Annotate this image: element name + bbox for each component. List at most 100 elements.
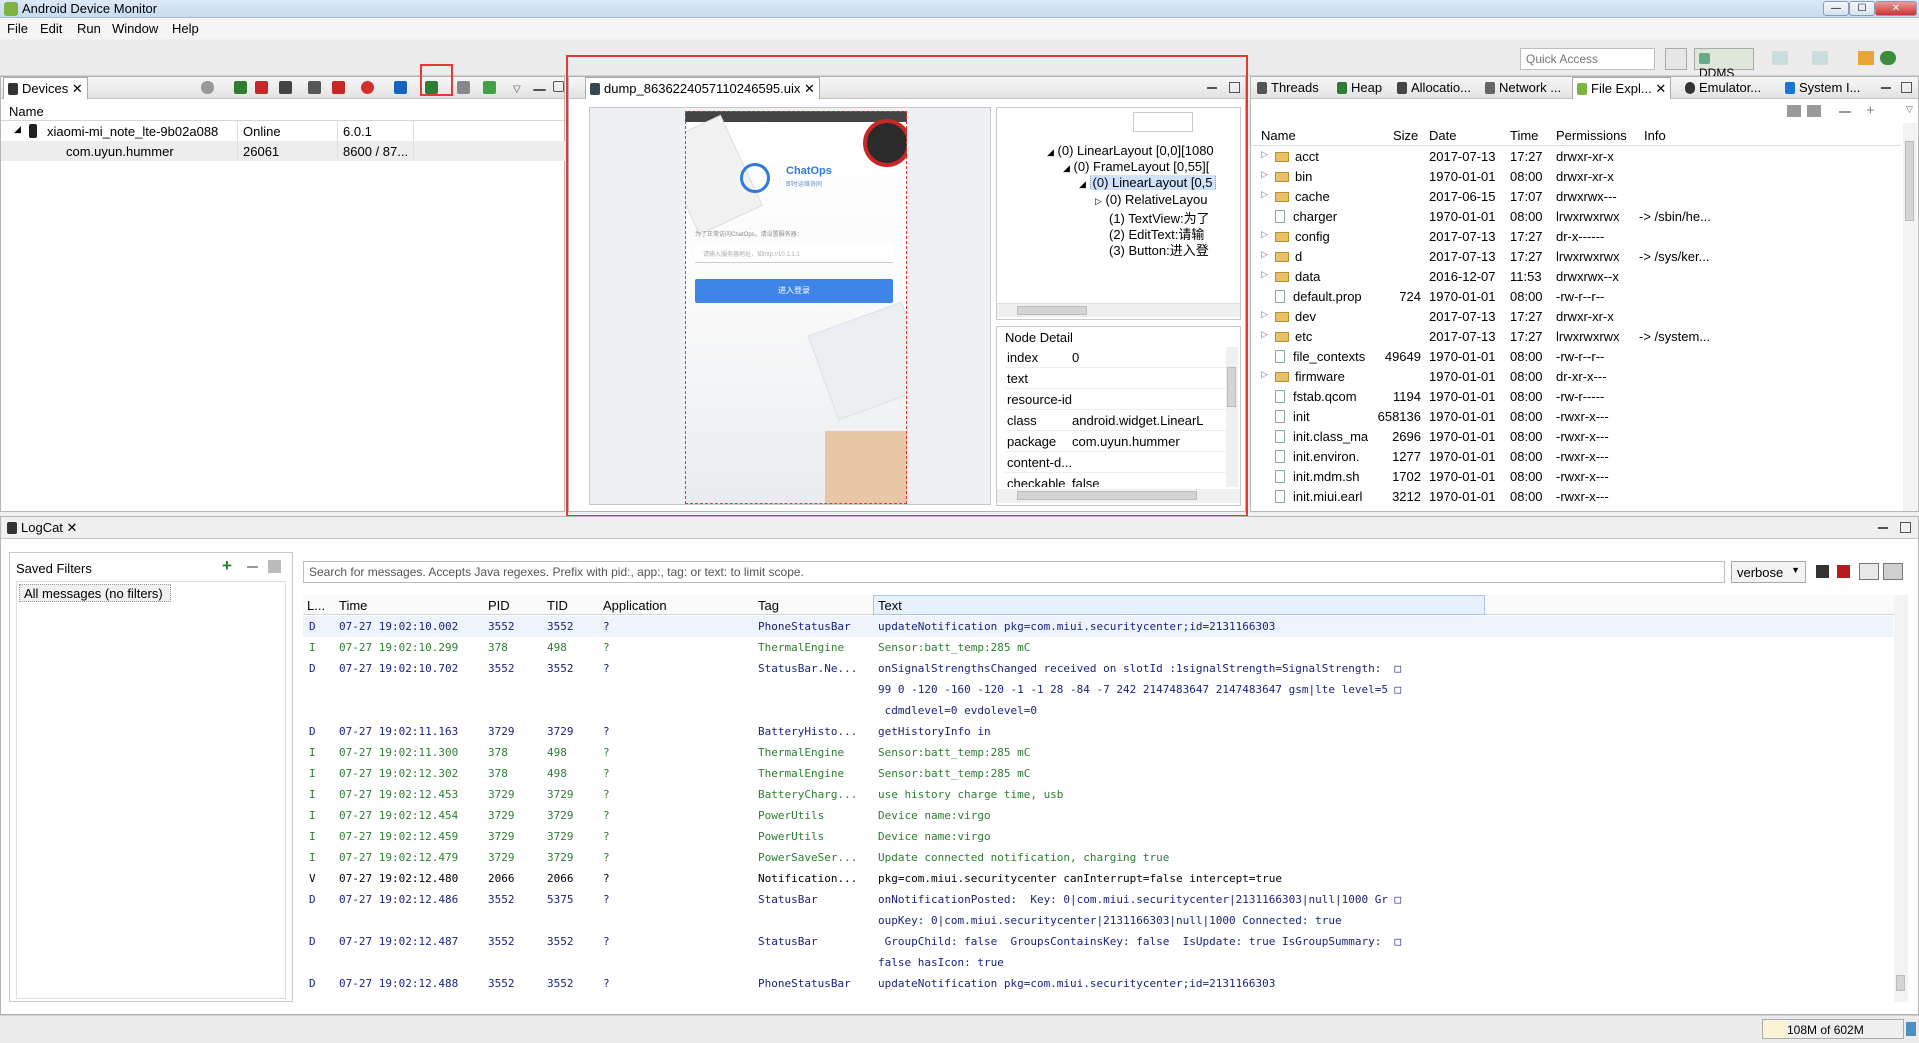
file-row[interactable]: file_contexts 49649 1970-01-01 08:00 -rw-r--… (1251, 346, 1901, 366)
menu-window[interactable]: Window (112, 21, 158, 36)
file-row[interactable]: init 658136 1970-01-01 08:00 -rwxr-x--- (1251, 406, 1901, 426)
file-row[interactable]: ▷ acct 2017-07-13 17:27 drwxr-xr-x (1251, 146, 1901, 166)
tree-node[interactable]: (3) Button:进入登 (1109, 240, 1241, 259)
filter-all-messages[interactable]: All messages (no filters) (19, 584, 171, 602)
debug-process-icon[interactable] (201, 81, 214, 94)
log-row[interactable]: I 07-27 19:02:12.459 3729 3729? PowerUtils De… (303, 826, 1893, 847)
col-date[interactable]: Date (1429, 128, 1456, 143)
delete-icon[interactable] (1839, 111, 1851, 113)
tree-node-selected[interactable]: (0) LinearLayout [0,5 (1089, 175, 1216, 190)
update-threads-icon[interactable] (308, 81, 321, 94)
menu-help[interactable]: Help (172, 21, 199, 36)
run-gc-icon[interactable] (1906, 1022, 1916, 1036)
col-application[interactable]: Application (603, 598, 667, 613)
opengl-trace-icon[interactable] (483, 81, 496, 94)
col-permissions[interactable]: Permissions (1556, 128, 1627, 143)
file-row[interactable]: ▷ dev 2017-07-13 17:27 drwxr-xr-x (1251, 306, 1901, 326)
process-row[interactable]: com.uyun.hummer 26061 8600 / 87... (1, 141, 566, 161)
file-row[interactable]: charger 1970-01-01 08:00 lrwxrwxrwx -> /sbin… (1251, 206, 1901, 226)
log-row[interactable]: 99 0 -120 -160 -120 -1 -1 28 -84 -7 242 … (303, 679, 1893, 700)
close-tab-icon[interactable]: ✕ (1655, 81, 1666, 96)
log-row[interactable]: D 07-27 19:02:10.002 3552 3552? PhoneStatusB… (303, 616, 1893, 637)
stop-process-icon[interactable] (361, 81, 374, 94)
close-tab-icon[interactable]: ✕ (72, 81, 83, 96)
detail-value[interactable]: com.uyun.hummer (1072, 434, 1180, 449)
device-row[interactable]: ◢ xiaomi-mi_note_lte-9b02a088 Online 6.0… (1, 121, 566, 141)
expand-arrow-icon[interactable]: ▷ (1261, 369, 1268, 380)
toggle-columns-icon[interactable] (1859, 563, 1879, 580)
update-heap-icon[interactable] (234, 81, 247, 94)
log-row[interactable]: D 07-27 19:02:11.163 3729 3729? BatteryHisto… (303, 721, 1893, 742)
menu-run[interactable]: Run (77, 21, 101, 36)
close-button[interactable]: ✕ (1875, 1, 1917, 16)
phone-screen[interactable]: ChatOps 即时运维协同 为了正常访问ChatOps，请设置服务器： 请输入… (685, 111, 907, 504)
log-row[interactable]: D 07-27 19:02:12.488 3552 3552? PhoneStatusB… (303, 973, 1893, 994)
col-time[interactable]: Time (1510, 128, 1538, 143)
open-perspective-icon[interactable] (1665, 48, 1687, 70)
cause-gc-icon[interactable] (279, 81, 292, 94)
tree-node[interactable]: (0) LinearLayout [0,0][1080 (1058, 143, 1214, 158)
log-row[interactable]: D 07-27 19:02:12.486 3552 5375? StatusBar onN… (303, 889, 1893, 910)
detail-value[interactable]: android.widget.LinearL (1072, 413, 1229, 428)
col-level[interactable]: L... (307, 598, 325, 613)
maximize-panel-icon[interactable] (1901, 82, 1912, 93)
close-tab-icon[interactable]: ✕ (67, 520, 78, 535)
file-row[interactable]: init.miui.earl 3212 1970-01-01 08:00 -rwxr-x… (1251, 486, 1901, 506)
tab-threads[interactable]: Threads (1253, 77, 1323, 99)
col-text[interactable]: Text (873, 595, 1485, 615)
col-time[interactable]: Time (339, 598, 367, 613)
file-row[interactable]: init.mdm.sh 1702 1970-01-01 08:00 -rwxr-x--- (1251, 466, 1901, 486)
quick-access-input[interactable]: Quick Access (1520, 48, 1655, 70)
pull-file-icon[interactable] (1787, 105, 1801, 117)
remove-filter-icon[interactable] (247, 566, 258, 568)
push-file-icon[interactable] (1807, 105, 1821, 117)
dump-hprof-icon[interactable] (255, 81, 268, 94)
start-method-profiling-icon[interactable] (332, 81, 345, 94)
log-row[interactable]: D 07-27 19:02:12.487 3552 3552? StatusBar Gr… (303, 931, 1893, 952)
log-row[interactable]: I 07-27 19:02:12.454 3729 3729? PowerUtils De… (303, 805, 1893, 826)
tab-network[interactable]: Network ... (1481, 77, 1565, 99)
file-row[interactable]: ▷ data 2016-12-07 11:53 drwxrwx--x (1251, 266, 1901, 286)
log-row[interactable]: D 07-27 19:02:10.702 3552 3552? StatusBar.Ne… (303, 658, 1893, 679)
edit-filter-icon[interactable] (268, 560, 281, 573)
detail-value[interactable]: false (1072, 476, 1099, 487)
tab-heap[interactable]: Heap (1333, 77, 1386, 99)
tree-node[interactable]: (0) RelativeLayou (1106, 192, 1208, 207)
clear-log-icon[interactable] (1837, 565, 1850, 578)
col-name[interactable]: Name (1261, 128, 1296, 143)
debug-icon[interactable] (1812, 51, 1828, 65)
col-tid[interactable]: TID (547, 598, 568, 613)
tab-file-explorer[interactable]: File Expl... ✕ (1572, 77, 1672, 99)
log-row[interactable]: I 07-27 19:02:12.302 378 498? ThermalEngine S… (303, 763, 1893, 784)
screen-capture-icon[interactable] (394, 81, 407, 94)
save-log-icon[interactable] (1816, 565, 1829, 578)
col-size[interactable]: Size (1393, 128, 1418, 143)
menu-file[interactable]: File (7, 21, 28, 36)
detail-vertical-scrollbar[interactable] (1226, 347, 1238, 487)
heap-status[interactable]: 108M of 602M (1762, 1019, 1904, 1039)
new-window-icon[interactable] (1772, 51, 1788, 65)
log-row[interactable]: false hasIcon: true (303, 952, 1893, 973)
file-row[interactable]: ▷ bin 1970-01-01 08:00 drwxr-xr-x (1251, 166, 1901, 186)
tree-horizontal-scrollbar[interactable] (997, 303, 1240, 317)
minimize-panel-icon[interactable] (1881, 87, 1891, 89)
expand-arrow-icon[interactable]: ▷ (1261, 169, 1268, 180)
file-row[interactable]: ▷ firmware 1970-01-01 08:00 dr-xr-x--- (1251, 366, 1901, 386)
log-row[interactable]: V 07-27 19:02:12.480 2066 2066? Notification… (303, 868, 1893, 889)
logcat-search-input[interactable]: Search for messages. Accepts Java regexe… (303, 561, 1725, 583)
minimize-button[interactable]: — (1823, 1, 1849, 16)
tab-allocation[interactable]: Allocatio... (1393, 77, 1475, 99)
expand-arrow-icon[interactable]: ▷ (1261, 309, 1268, 320)
minimize-panel-icon[interactable] (1878, 527, 1888, 529)
maximize-panel-icon[interactable] (1900, 522, 1911, 533)
back-icon[interactable] (1858, 51, 1874, 65)
log-row[interactable]: I 07-27 19:02:11.300 378 498? ThermalEngine S… (303, 742, 1893, 763)
file-row[interactable]: ▷ etc 2017-07-13 17:27 lrwxrwxrwx -> /system.… (1251, 326, 1901, 346)
tab-devices[interactable]: Devices ✕ (3, 77, 88, 99)
file-row[interactable]: init.environ. 1277 1970-01-01 08:00 -rwxr-x-… (1251, 446, 1901, 466)
expand-arrow-icon[interactable]: ▷ (1261, 189, 1268, 200)
log-row[interactable]: oupKey: 0|com.miui.securitycenter|213116… (303, 910, 1893, 931)
log-level-select[interactable]: verbose ▼ (1731, 561, 1806, 583)
file-row[interactable]: init.class_ma 2696 1970-01-01 08:00 -rwxr-x-… (1251, 426, 1901, 446)
maximize-button[interactable]: ☐ (1849, 1, 1875, 16)
